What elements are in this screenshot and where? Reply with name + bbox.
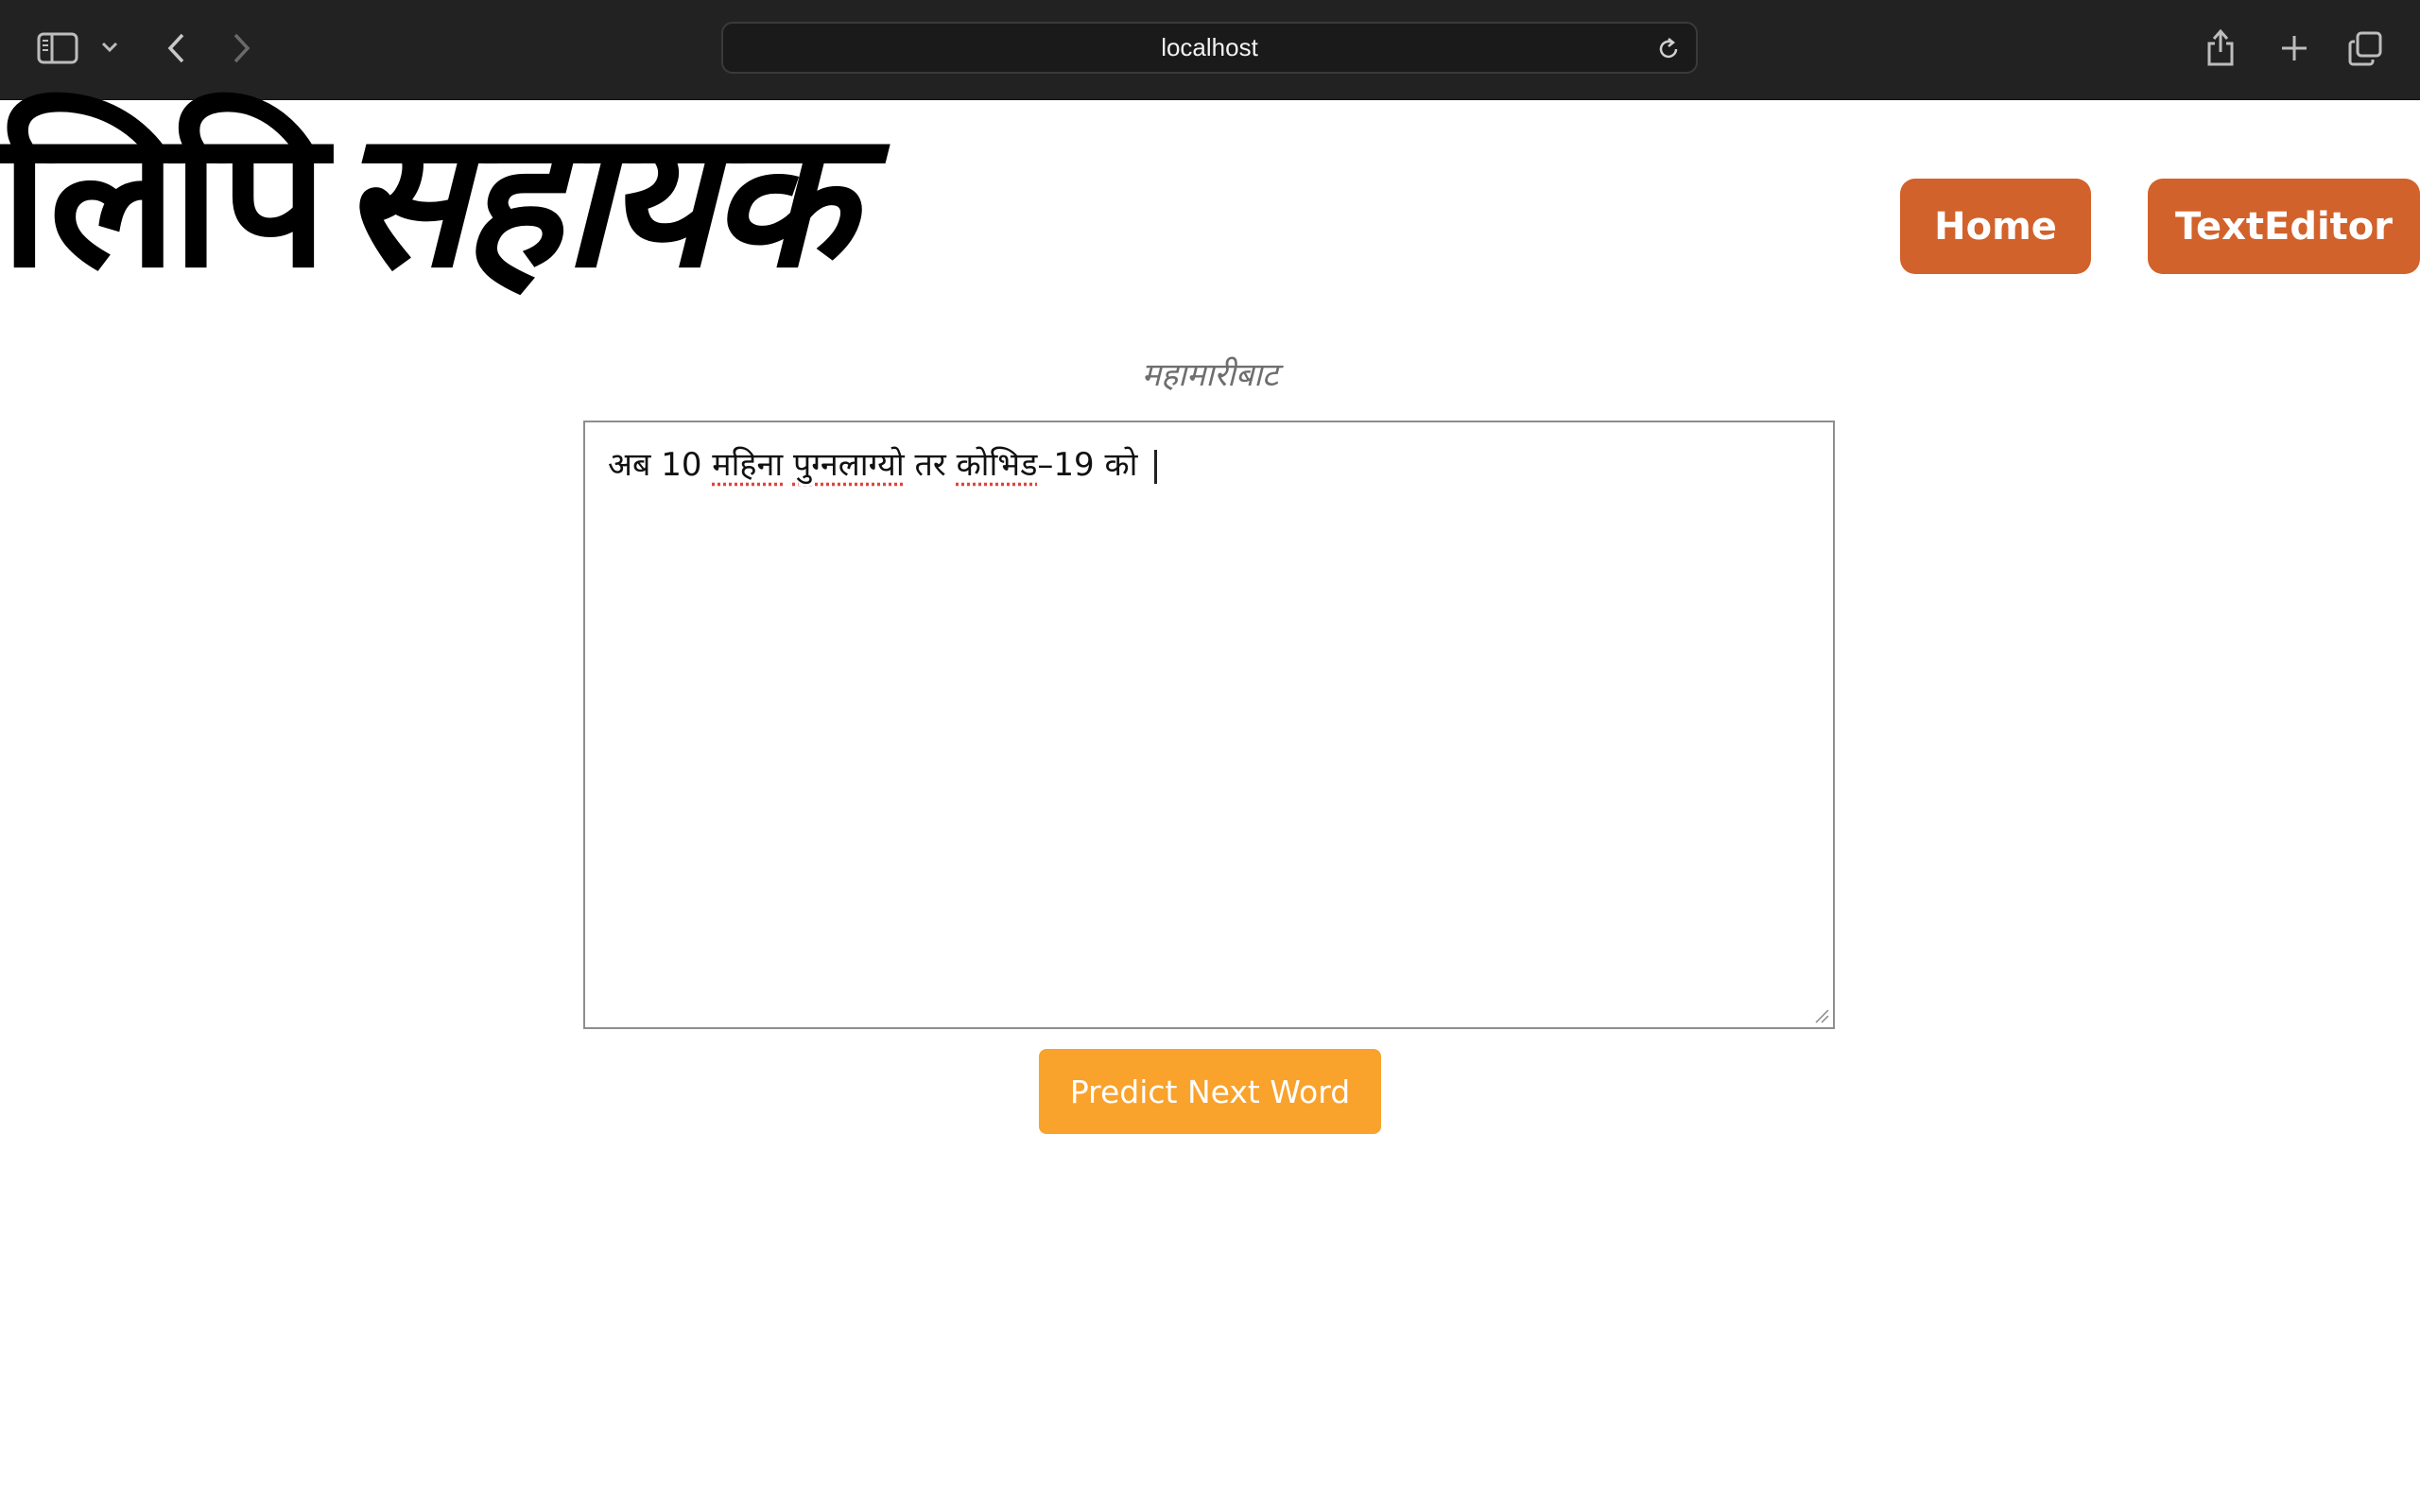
texteditor-nav-button[interactable]: TextEditor bbox=[2148, 179, 2420, 274]
editor-text-segment bbox=[783, 446, 793, 484]
address-bar[interactable]: localhost bbox=[721, 22, 1698, 74]
editor-text-segment: –19 को bbox=[1037, 446, 1138, 484]
reload-icon[interactable] bbox=[1654, 35, 1683, 63]
chevron-left-icon[interactable] bbox=[157, 28, 195, 68]
editor-content: अब 10 महिना पुग्नलाग्यो तर कोभिड–19 को bbox=[608, 441, 1158, 485]
home-nav-button[interactable]: Home bbox=[1900, 179, 2091, 274]
browser-toolbar: localhost bbox=[0, 0, 2420, 100]
chevron-right-icon[interactable] bbox=[223, 28, 261, 68]
logo-text-lipi: लिपि bbox=[0, 90, 328, 310]
sidebar-icon[interactable] bbox=[34, 28, 81, 68]
share-icon[interactable] bbox=[2199, 25, 2242, 70]
text-cursor bbox=[1154, 449, 1158, 484]
site-logo: लिपिसहायक bbox=[0, 106, 855, 323]
logo-text-sahayak: सहायक bbox=[338, 90, 855, 310]
resize-handle-icon[interactable] bbox=[1814, 1008, 1829, 1023]
url-text: localhost bbox=[1161, 33, 1258, 61]
tabs-overview-icon[interactable] bbox=[2342, 26, 2388, 70]
plus-icon[interactable] bbox=[2273, 26, 2316, 70]
misspelled-word: महिना bbox=[712, 446, 784, 484]
chevron-down-icon[interactable] bbox=[95, 32, 125, 62]
predicted-word: महामारीबाट bbox=[1141, 356, 1279, 394]
misspelled-word: पुग्नलाग्यो bbox=[792, 446, 905, 484]
editor-text-segment: अब 10 bbox=[608, 446, 713, 484]
predict-next-word-button[interactable]: Predict Next Word bbox=[1039, 1049, 1381, 1134]
editor-text-segment: तर bbox=[904, 446, 957, 484]
text-editor[interactable]: अब 10 महिना पुग्नलाग्यो तर कोभिड–19 को bbox=[583, 421, 1835, 1029]
misspelled-word: कोभिड bbox=[956, 446, 1038, 484]
